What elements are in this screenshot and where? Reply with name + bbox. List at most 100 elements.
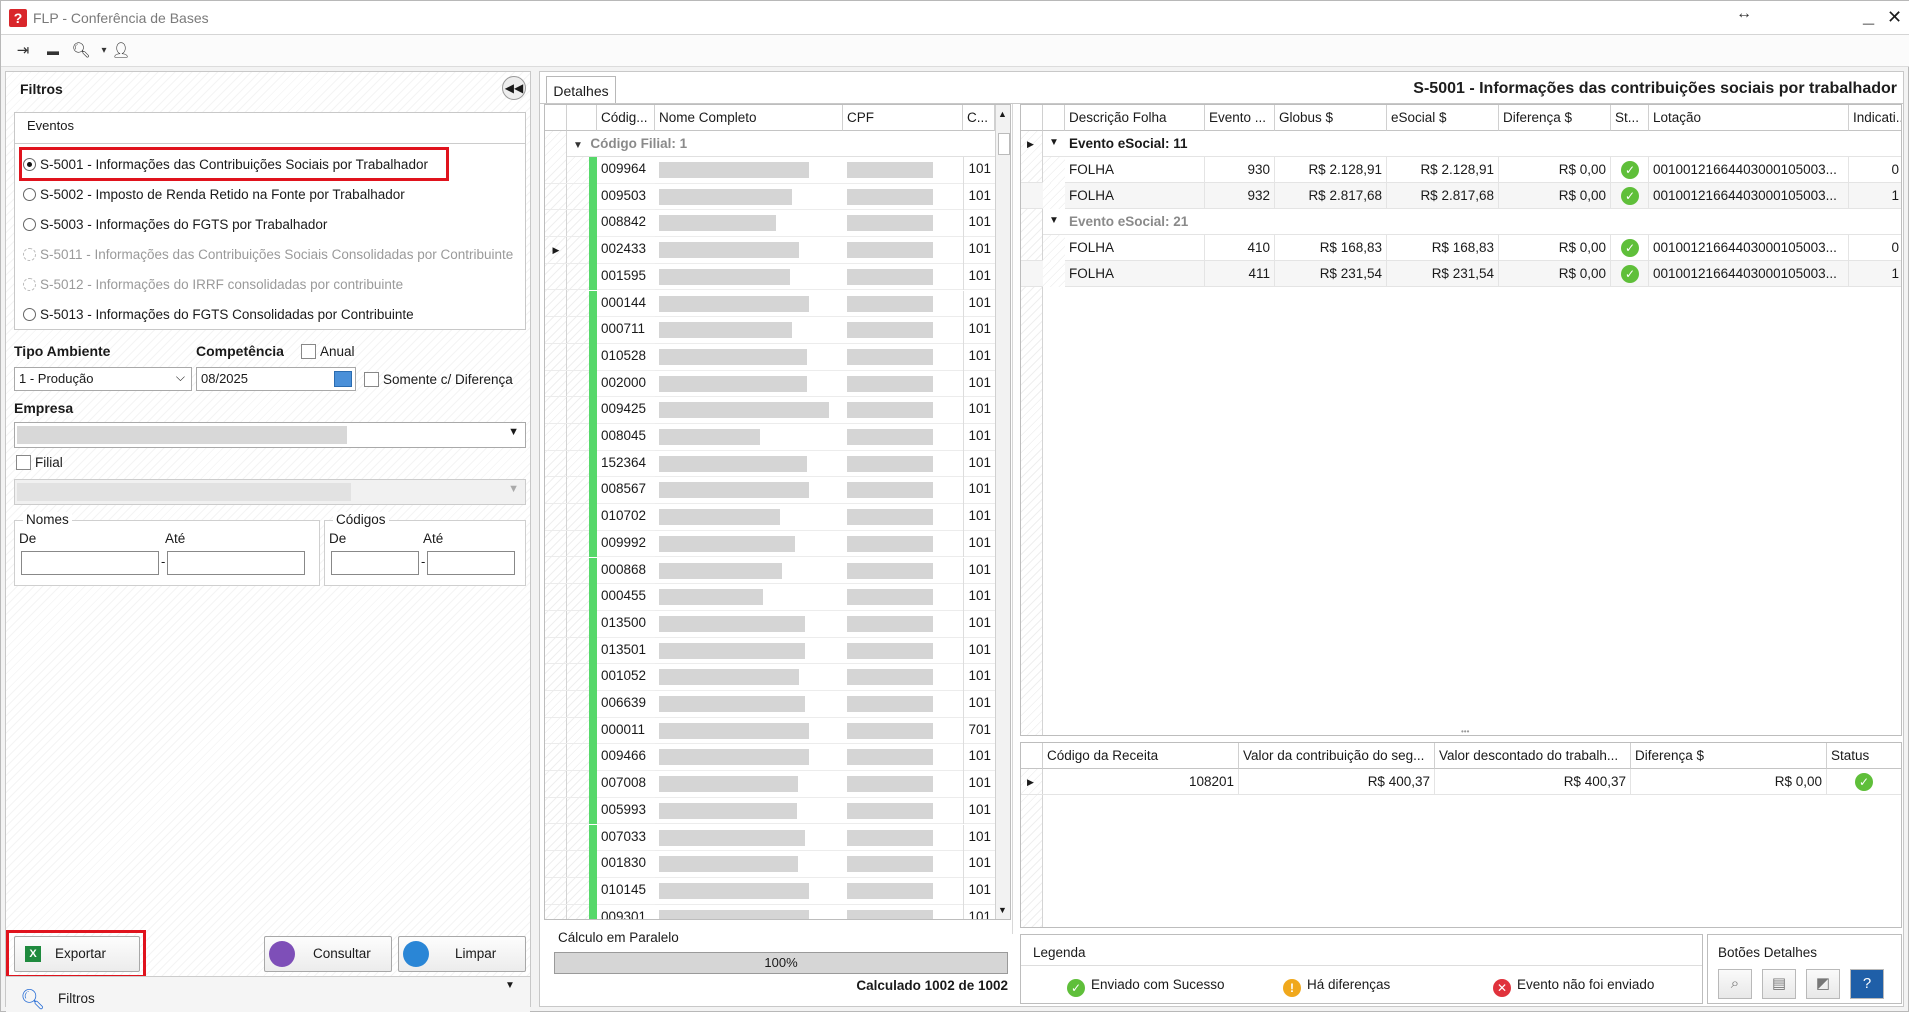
table-row[interactable]: 152364 101: [545, 450, 995, 478]
grid-header-6[interactable]: Lotação: [1649, 105, 1849, 131]
radio-icon[interactable]: [23, 188, 36, 201]
filters-nav-tab[interactable]: 🔍︎ Filtros: [6, 976, 530, 1012]
close-button[interactable]: ✕: [1887, 7, 1902, 28]
table-row[interactable]: 008842 101: [545, 210, 995, 238]
table-row[interactable]: 010702 101: [545, 504, 995, 531]
limpar-button[interactable]: Limpar: [398, 936, 526, 972]
grid-header-3[interactable]: Diferença $: [1631, 743, 1827, 769]
table-row[interactable]: 000455 101: [545, 584, 995, 611]
table-row[interactable]: FOLHA 411 R$ 231,54 R$ 231,54 R$ 0,00 ✓ 001001…: [1021, 261, 1901, 287]
save-icon[interactable]: ▤: [1762, 969, 1796, 999]
user-icon[interactable]: 👤︎: [111, 41, 131, 61]
codigos-ate-input[interactable]: [427, 551, 515, 575]
table-row[interactable]: FOLHA 932 R$ 2.817,68 R$ 2.817,68 R$ 0,00 ✓ 00…: [1021, 183, 1901, 209]
table-row[interactable]: 008045 101: [545, 424, 995, 451]
event-radio-s5003[interactable]: S-5003 - Informações do FGTS por Trabalh…: [23, 217, 327, 243]
table-row[interactable]: 000011 701: [545, 717, 995, 745]
grid-header-5[interactable]: St...: [1611, 105, 1649, 131]
grid-header-4[interactable]: Status: [1827, 743, 1901, 769]
grid-header-2[interactable]: Valor descontado do trabalh...: [1435, 743, 1631, 769]
table-row[interactable]: 010145 101: [545, 877, 995, 905]
table-row[interactable]: 005993 101: [545, 797, 995, 825]
event-radio-s5013[interactable]: S-5013 - Informações do FGTS Consolidada…: [23, 307, 414, 333]
filial-checkbox[interactable]: Filial: [16, 455, 63, 470]
competencia-input[interactable]: 08/2025: [196, 367, 356, 391]
group-row-filial[interactable]: ▼ Código Filial: 1: [567, 131, 995, 157]
grid-header-cpf[interactable]: CPF: [843, 105, 963, 131]
grid-header-codigo[interactable]: Códig...: [597, 105, 655, 131]
tipo-ambiente-select[interactable]: 1 - Produção ⌵: [14, 367, 192, 391]
table-row[interactable]: 010528 101: [545, 343, 995, 371]
event-radio-s5001[interactable]: S-5001 - Informações das Contribuições S…: [23, 157, 428, 183]
grid-header-2[interactable]: Globus $: [1275, 105, 1387, 131]
radio-icon[interactable]: [23, 218, 36, 231]
group-row[interactable]: ▼ Evento eSocial: 21: [1043, 209, 1901, 235]
scroll-thumb[interactable]: [998, 133, 1010, 155]
empresa-select[interactable]: ▼: [14, 422, 526, 448]
group-row[interactable]: ▼ Evento eSocial: 11: [1043, 131, 1901, 157]
help-book-icon[interactable]: ?: [1850, 969, 1884, 999]
expand-down-icon[interactable]: ▼: [500, 976, 520, 996]
collapse-left-icon[interactable]: ◀◀: [502, 76, 526, 100]
checkbox-icon[interactable]: [364, 372, 379, 387]
table-row[interactable]: FOLHA 930 R$ 2.128,91 R$ 2.128,91 R$ 0,00 ✓ 00…: [1021, 157, 1901, 183]
scroll-up-icon[interactable]: ▲: [998, 109, 1007, 119]
radio-icon[interactable]: [23, 308, 36, 321]
table-row[interactable]: 008567 101: [545, 477, 995, 505]
table-row[interactable]: ▶ 108201 R$ 400,37 R$ 400,37 R$ 0,00 ✓: [1021, 769, 1901, 795]
table-row[interactable]: 001595 101: [545, 263, 995, 291]
table-row[interactable]: 006639 101: [545, 691, 995, 718]
table-row[interactable]: 009466 101: [545, 744, 995, 772]
table-row[interactable]: 002000 101: [545, 370, 995, 398]
grid-header-0[interactable]: Código da Receita: [1043, 743, 1239, 769]
table-row[interactable]: 000711 101: [545, 317, 995, 344]
splitter[interactable]: [1012, 104, 1018, 934]
grid-header-7[interactable]: Indicati...: [1849, 105, 1901, 131]
table-row[interactable]: FOLHA 410 R$ 168,83 R$ 168,83 R$ 0,00 ✓ 001001…: [1021, 235, 1901, 261]
calendar-icon[interactable]: [334, 371, 352, 387]
scroll-down-icon[interactable]: ▼: [998, 905, 1007, 915]
radio-selected-icon[interactable]: [23, 158, 36, 171]
grid-header-3[interactable]: eSocial $: [1387, 105, 1499, 131]
expand-triangle-icon[interactable]: ▼: [573, 140, 583, 151]
splitter-grip[interactable]: •••: [1461, 728, 1481, 736]
checkbox-icon[interactable]: [301, 344, 316, 359]
table-row[interactable]: 000144 101: [545, 290, 995, 318]
table-row[interactable]: ▶ 002433 101: [545, 237, 995, 264]
table-row[interactable]: 009992 101: [545, 530, 995, 558]
table-row[interactable]: 007033 101: [545, 824, 995, 852]
layout-icon[interactable]: ◩: [1806, 969, 1840, 999]
table-row[interactable]: 000868 101: [545, 557, 995, 585]
table-row[interactable]: 009964 101: [545, 157, 995, 184]
expand-triangle-icon[interactable]: ▼: [1049, 137, 1059, 148]
search-dropdown-icon[interactable]: 🔍︎: [71, 41, 91, 61]
expand-triangle-icon[interactable]: ▼: [1049, 215, 1059, 226]
grid-header-c[interactable]: C...: [963, 105, 995, 131]
vertical-scrollbar[interactable]: ▲ ▼: [995, 105, 1010, 919]
table-row[interactable]: 007008 101: [545, 771, 995, 798]
table-row[interactable]: 013500 101: [545, 610, 995, 638]
event-radio-s5002[interactable]: S-5002 - Imposto de Renda Retido na Font…: [23, 187, 405, 213]
message-icon[interactable]: ▬: [43, 41, 63, 61]
nomes-de-input[interactable]: [21, 551, 159, 575]
anual-checkbox[interactable]: Anual: [301, 344, 355, 359]
consultar-button[interactable]: Consultar: [264, 936, 392, 972]
table-row[interactable]: 001830 101: [545, 851, 995, 878]
nomes-ate-input[interactable]: [167, 551, 305, 575]
grid-header-1[interactable]: Valor da contribuição do seg...: [1239, 743, 1435, 769]
grid-header-4[interactable]: Diferença $: [1499, 105, 1611, 131]
table-row[interactable]: 009301 101: [545, 904, 995, 919]
grid-header-1[interactable]: Evento ...: [1205, 105, 1275, 131]
export-button[interactable]: X Exportar: [14, 936, 140, 972]
table-row[interactable]: 009425 101: [545, 397, 995, 424]
checkbox-icon[interactable]: [16, 455, 31, 470]
table-row[interactable]: 009503 101: [545, 183, 995, 211]
grid-header-0[interactable]: Descrição Folha: [1065, 105, 1205, 131]
somente-diferenca-checkbox[interactable]: Somente c/ Diferença: [364, 372, 513, 387]
codigos-de-input[interactable]: [331, 551, 419, 575]
table-row[interactable]: 001052 101: [545, 664, 995, 691]
minimize-button[interactable]: _: [1863, 5, 1874, 28]
zoom-detail-icon[interactable]: ⌕: [1718, 969, 1752, 999]
table-row[interactable]: 013501 101: [545, 637, 995, 665]
grid-header-nome[interactable]: Nome Completo: [655, 105, 843, 131]
